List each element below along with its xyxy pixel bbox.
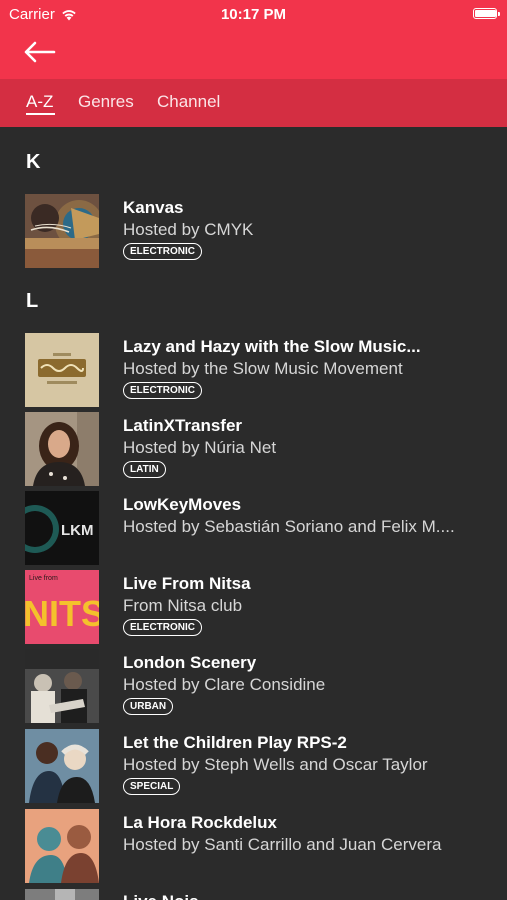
show-thumbnail [25, 194, 99, 268]
show-title: LatinXTransfer [123, 416, 243, 435]
thumb-lkm-text: LKM [61, 522, 94, 539]
show-title: Live From Nitsa [123, 574, 251, 593]
show-thumbnail [25, 649, 99, 723]
show-thumbnail [25, 888, 99, 900]
thumb-nitsa-text: NITSA [25, 593, 99, 634]
back-button[interactable] [22, 40, 62, 68]
status-bar: Carrier 10:17 PM [0, 0, 507, 28]
show-thumbnail [25, 809, 99, 883]
list-item-live-from-nitsa[interactable]: Live from NITSA Live From Nitsa From Nit… [0, 570, 507, 650]
show-host: Hosted by Clare Considine [123, 675, 326, 694]
show-host: Hosted by Núria Net [123, 438, 277, 457]
show-host: Hosted by CMYK [123, 220, 254, 239]
show-title: Lazy and Hazy with the Slow Music... [123, 337, 421, 356]
genre-tag: ELECTRONIC [123, 382, 202, 399]
show-title: LowKeyMoves [123, 495, 242, 514]
show-host: From Nitsa club [123, 596, 243, 615]
show-host: Hosted by the Slow Music Movement [123, 359, 403, 378]
list-item-let-the-children-play[interactable]: Let the Children Play RPS-2 Hosted by St… [0, 729, 507, 809]
genre-tag: URBAN [123, 698, 174, 715]
show-thumbnail [25, 729, 99, 803]
tab-genres[interactable]: Genres [78, 92, 134, 112]
show-host: Hosted by Steph Wells and Oscar Taylor [123, 755, 428, 774]
tab-channel[interactable]: Channel [157, 92, 220, 112]
back-arrow-icon [24, 41, 56, 63]
list-item-london-scenery[interactable]: London Scenery Hosted by Clare Considine… [0, 649, 507, 729]
genre-tag: ELECTRONIC [123, 243, 202, 260]
list-item-la-hora-rockdelux[interactable]: La Hora Rockdelux Hosted by Santi Carril… [0, 809, 507, 889]
show-thumbnail: Live from NITSA [25, 570, 99, 644]
genre-tag: SPECIAL [123, 778, 181, 795]
genre-tag: ELECTRONIC [123, 619, 202, 636]
tab-underline [26, 113, 55, 115]
show-title: Kanvas [123, 198, 184, 217]
genre-tag: LATIN [123, 461, 166, 478]
show-host: Hosted by Sebastián Soriano and Felix M.… [123, 517, 455, 536]
section-letter-l: L [26, 290, 39, 312]
show-thumbnail [25, 412, 99, 486]
thumb-nitsa-caption: Live from [29, 575, 58, 582]
tab-a-z[interactable]: A-Z [26, 92, 53, 112]
show-title: London Scenery [123, 653, 257, 672]
show-title: Let the Children Play RPS-2 [123, 733, 347, 752]
show-title: La Hora Rockdelux [123, 813, 277, 832]
battery-level [475, 10, 496, 17]
show-title: Live Nois... [123, 892, 213, 900]
tab-bar: A-Z Genres Channel [0, 79, 507, 127]
list-item-kanvas[interactable]: Kanvas Hosted by CMYK ELECTRONIC [0, 194, 507, 274]
show-thumbnail: LKM [25, 491, 99, 565]
list-item-lowkeymoves[interactable]: LKM LowKeyMoves Hosted by Sebastián Sori… [0, 491, 507, 571]
status-time: 10:17 PM [220, 6, 287, 23]
list-item-lazy-and-hazy[interactable]: Lazy and Hazy with the Slow Music... Hos… [0, 333, 507, 413]
show-thumbnail [25, 333, 99, 407]
list-item-live-nois[interactable]: Live Nois... [0, 888, 507, 900]
show-host: Hosted by Santi Carrillo and Juan Cerver… [123, 835, 442, 854]
section-letter-k: K [26, 151, 41, 173]
list-item-latinxtransfer[interactable]: LatinXTransfer Hosted by Núria Net LATIN [0, 412, 507, 492]
battery-icon [473, 8, 500, 19]
nav-bar [0, 28, 507, 79]
